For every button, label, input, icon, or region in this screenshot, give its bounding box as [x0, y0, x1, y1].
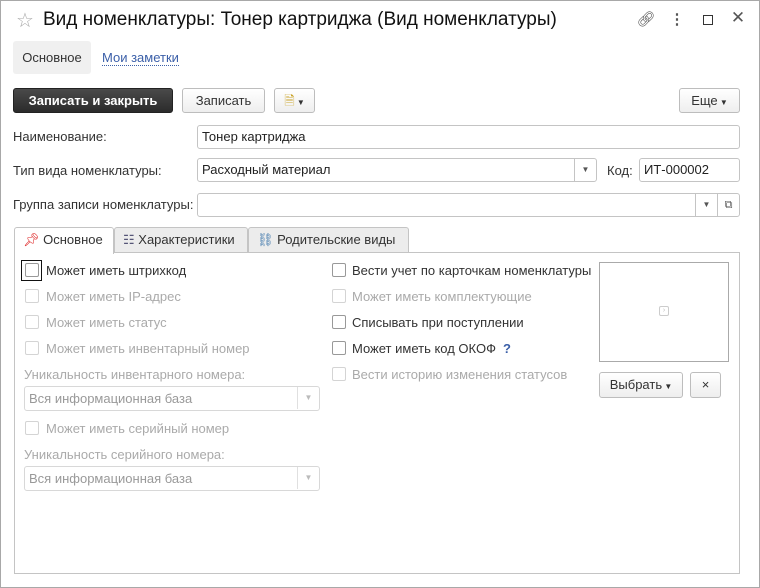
- select-picture-button[interactable]: Выбрать ▼: [599, 372, 683, 398]
- nav-main[interactable]: Основное: [13, 41, 91, 74]
- dropdown-icon[interactable]: ▼: [297, 387, 319, 409]
- type-select[interactable]: Расходный материал ▼: [197, 158, 597, 182]
- ser-unique-label: Уникальность серийного номера:: [24, 447, 225, 462]
- list-icon: ☷: [123, 232, 135, 247]
- barcode-label: Может иметь штрихкод: [46, 263, 187, 278]
- name-input[interactable]: Тонер картриджа: [197, 125, 740, 149]
- serial-label: Может иметь серийный номер: [46, 421, 230, 436]
- inventory-label: Может иметь инвентарный номер: [46, 341, 250, 356]
- save-button[interactable]: Записать: [182, 88, 265, 113]
- nav-notes-link[interactable]: Мои заметки: [102, 50, 179, 66]
- inv-unique-value: Вся информационная база: [29, 391, 193, 406]
- cards-checkbox[interactable]: [332, 263, 346, 277]
- ser-unique-value: Вся информационная база: [29, 471, 193, 486]
- name-label: Наименование:: [13, 129, 107, 144]
- more-label: Еще: [691, 93, 718, 108]
- barcode-checkbox[interactable]: [25, 263, 39, 277]
- save-close-button[interactable]: Записать и закрыть: [13, 88, 173, 113]
- tab-label: Основное: [43, 232, 103, 247]
- select-label: Выбрать: [609, 377, 663, 392]
- dropdown-icon[interactable]: ▼: [297, 467, 319, 489]
- tab-main[interactable]: 📌︎ Основное: [14, 227, 114, 254]
- writeoff-checkbox[interactable]: [332, 315, 346, 329]
- serial-checkbox[interactable]: [25, 421, 39, 435]
- report-menu-button[interactable]: 🗎 ▼: [274, 88, 315, 113]
- inv-unique-label: Уникальность инвентарного номера:: [24, 367, 246, 382]
- clear-picture-button[interactable]: ×: [690, 372, 721, 398]
- chevron-down-icon: ▼: [717, 98, 728, 107]
- inventory-checkbox[interactable]: [25, 341, 39, 355]
- tab-parent-kinds[interactable]: ⛓︎ Родительские виды: [248, 227, 409, 253]
- maximize-icon[interactable]: [703, 15, 713, 25]
- ser-unique-select[interactable]: Вся информационная база ▼: [24, 466, 320, 491]
- window-title: Вид номенклатуры: Тонер картриджа (Вид н…: [43, 9, 557, 30]
- close-icon[interactable]: ✕: [728, 8, 748, 28]
- components-label: Может иметь комплектующие: [352, 289, 532, 304]
- code-input[interactable]: ИТ-000002: [639, 158, 740, 182]
- picture-box[interactable]: ›: [599, 262, 729, 362]
- dropdown-icon[interactable]: ▼: [574, 159, 596, 181]
- chevron-down-icon: ▼: [294, 98, 305, 107]
- components-checkbox[interactable]: [332, 289, 346, 303]
- hierarchy-icon: ⛓︎: [257, 232, 274, 247]
- dropdown-icon[interactable]: ▼: [695, 194, 717, 216]
- status-checkbox[interactable]: [25, 315, 39, 329]
- cards-label: Вести учет по карточкам номенклатуры: [352, 263, 592, 278]
- type-value: Расходный материал: [202, 162, 331, 177]
- ip-label: Может иметь IP-адрес: [46, 289, 181, 304]
- status-label: Может иметь статус: [46, 315, 167, 330]
- more-button[interactable]: Еще ▼: [679, 88, 740, 113]
- history-label: Вести историю изменения статусов: [352, 367, 568, 382]
- okof-checkbox[interactable]: [332, 341, 346, 355]
- code-label: Код:: [607, 163, 633, 178]
- ip-checkbox[interactable]: [25, 289, 39, 303]
- tab-characteristics[interactable]: ☷ Характеристики: [114, 227, 248, 253]
- writeoff-label: Списывать при поступлении: [352, 315, 524, 330]
- chevron-down-icon: ▼: [662, 382, 673, 391]
- inv-unique-select[interactable]: Вся информационная база ▼: [24, 386, 320, 411]
- type-label: Тип вида номенклатуры:: [13, 163, 162, 178]
- favorite-star-icon[interactable]: ☆: [16, 8, 34, 33]
- open-icon[interactable]: ⧉: [717, 194, 739, 216]
- tab-label: Родительские виды: [277, 232, 396, 247]
- group-select[interactable]: ▼ ⧉: [197, 193, 740, 217]
- more-actions-icon[interactable]: ⋮: [667, 10, 687, 28]
- tab-label: Характеристики: [138, 232, 235, 247]
- group-label: Группа записи номенклатуры:: [13, 197, 194, 212]
- link-icon[interactable]: 🔗︎: [636, 10, 656, 28]
- image-placeholder-icon: ›: [659, 306, 669, 316]
- okof-label: Может иметь код ОКОФ: [352, 341, 496, 356]
- document-clock-icon: 🗎: [284, 93, 295, 108]
- pin-icon: 📌︎: [23, 232, 40, 247]
- help-link[interactable]: ?: [503, 341, 511, 356]
- history-checkbox[interactable]: [332, 367, 346, 381]
